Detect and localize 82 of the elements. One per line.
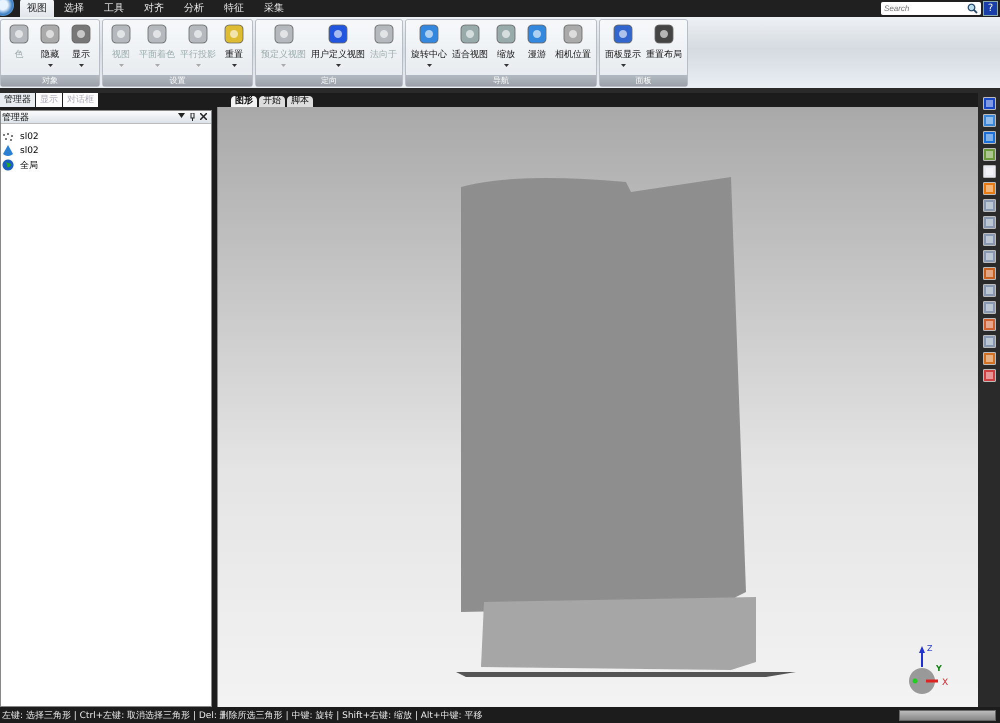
group-label: 对象: [1, 75, 99, 86]
toolbar-icon[interactable]: [982, 250, 996, 263]
toolbar-icon[interactable]: [982, 335, 996, 348]
menu-tab[interactable]: 分析: [174, 0, 214, 17]
z-axis-label: Z: [927, 644, 932, 653]
toolbar-icon[interactable]: [982, 148, 996, 161]
view-tab[interactable]: 图形: [231, 96, 257, 107]
ribbon-button[interactable]: 相机位置: [554, 22, 592, 75]
help-button[interactable]: ?: [983, 1, 998, 16]
ribbon-button[interactable]: 隐藏: [36, 22, 64, 75]
ribbon-button[interactable]: 显示: [67, 22, 95, 75]
search-icon[interactable]: [967, 3, 978, 14]
tree-item-label: sl02: [20, 146, 39, 156]
toolbar-icon[interactable]: [982, 131, 996, 144]
toolbar-icon[interactable]: [982, 301, 996, 314]
tree-item[interactable]: sl02: [1, 130, 211, 144]
tool-icon: [186, 22, 210, 46]
axis-triad-drawing: [909, 646, 938, 694]
tool-icon: [7, 22, 31, 46]
tool-icon: [69, 22, 93, 46]
points-icon: [2, 132, 14, 142]
tool-icon: [326, 22, 350, 46]
pin-icon[interactable]: [190, 113, 195, 121]
tool-icon: [652, 22, 676, 46]
toolbar-icon[interactable]: [982, 284, 996, 297]
tool-icon: [145, 22, 169, 46]
ribbon-button[interactable]: 重置: [220, 22, 248, 75]
view-tab[interactable]: 开始: [259, 96, 285, 107]
tool-icon: [494, 22, 518, 46]
x-axis-label: X: [942, 678, 948, 688]
tool-icon: [38, 22, 62, 46]
globe-icon: [2, 159, 14, 171]
tool-icon: [561, 22, 585, 46]
tool-icon: [109, 22, 133, 46]
menu-tab[interactable]: 工具: [94, 0, 134, 17]
toolbar-icon[interactable]: [982, 352, 996, 365]
toolbar-icon[interactable]: [982, 182, 996, 195]
toolbar-icon[interactable]: [982, 199, 996, 212]
toolbar-icon[interactable]: [982, 114, 996, 127]
group-label: 面板: [600, 75, 687, 86]
panel-tab[interactable]: 管理器: [0, 93, 35, 107]
toolbar-icon[interactable]: [982, 216, 996, 229]
ribbon-button[interactable]: 旋转中心: [410, 22, 448, 75]
tool-icon: [222, 22, 246, 46]
ribbon-button[interactable]: 漫游: [523, 22, 551, 75]
group-label: 导航: [406, 75, 596, 86]
tool-icon: [611, 22, 635, 46]
toolbar-icon[interactable]: [982, 165, 996, 178]
toolbar-icon[interactable]: [982, 233, 996, 246]
tool-icon: [372, 22, 396, 46]
tree-item-label: sl02: [20, 132, 39, 142]
ribbon-button[interactable]: 用户定义视图: [310, 22, 366, 75]
cone-icon: [2, 145, 14, 157]
menu-tab[interactable]: 视图: [20, 0, 54, 17]
status-text: 左键: 选择三角形 | Ctrl+左键: 取消选择三角形 | Del: 删除所选三角形 | 中键: 旋转 | Shift+右键: 缩放 | Alt+中键: 平移: [1, 710, 482, 722]
search-field[interactable]: Search: [881, 2, 981, 15]
ribbon-button[interactable]: 适合视图: [451, 22, 489, 75]
menu-tab[interactable]: 对齐: [134, 0, 174, 17]
toolbar-icon[interactable]: [982, 318, 996, 331]
tool-icon: [525, 22, 549, 46]
tool-icon: [458, 22, 482, 46]
toolbar-icon[interactable]: [982, 267, 996, 280]
tool-icon: [272, 22, 296, 46]
ribbon-button[interactable]: 面板显示: [604, 22, 642, 75]
menu-tab[interactable]: 选择: [54, 0, 94, 17]
tree-item[interactable]: sl02: [1, 144, 211, 158]
toolbar-icon[interactable]: [982, 97, 996, 110]
ribbon-button[interactable]: 缩放: [492, 22, 520, 75]
group-label: 定向: [256, 75, 402, 86]
close-icon[interactable]: [200, 113, 207, 120]
group-label: 设置: [103, 75, 252, 86]
dropdown-icon[interactable]: [178, 113, 185, 118]
ribbon-button[interactable]: 重置布局: [645, 22, 683, 75]
menu-tab[interactable]: 采集: [254, 0, 294, 17]
panel-title: 管理器: [2, 112, 29, 124]
tree-item[interactable]: 全局: [1, 158, 211, 172]
y-axis-label: Y: [936, 664, 942, 673]
toolbar-icon[interactable]: [982, 369, 996, 382]
tree-item-label: 全局: [20, 160, 38, 172]
menu-tab[interactable]: 特征: [214, 0, 254, 17]
view-tab[interactable]: 脚本: [287, 96, 313, 107]
tool-icon: [417, 22, 441, 46]
